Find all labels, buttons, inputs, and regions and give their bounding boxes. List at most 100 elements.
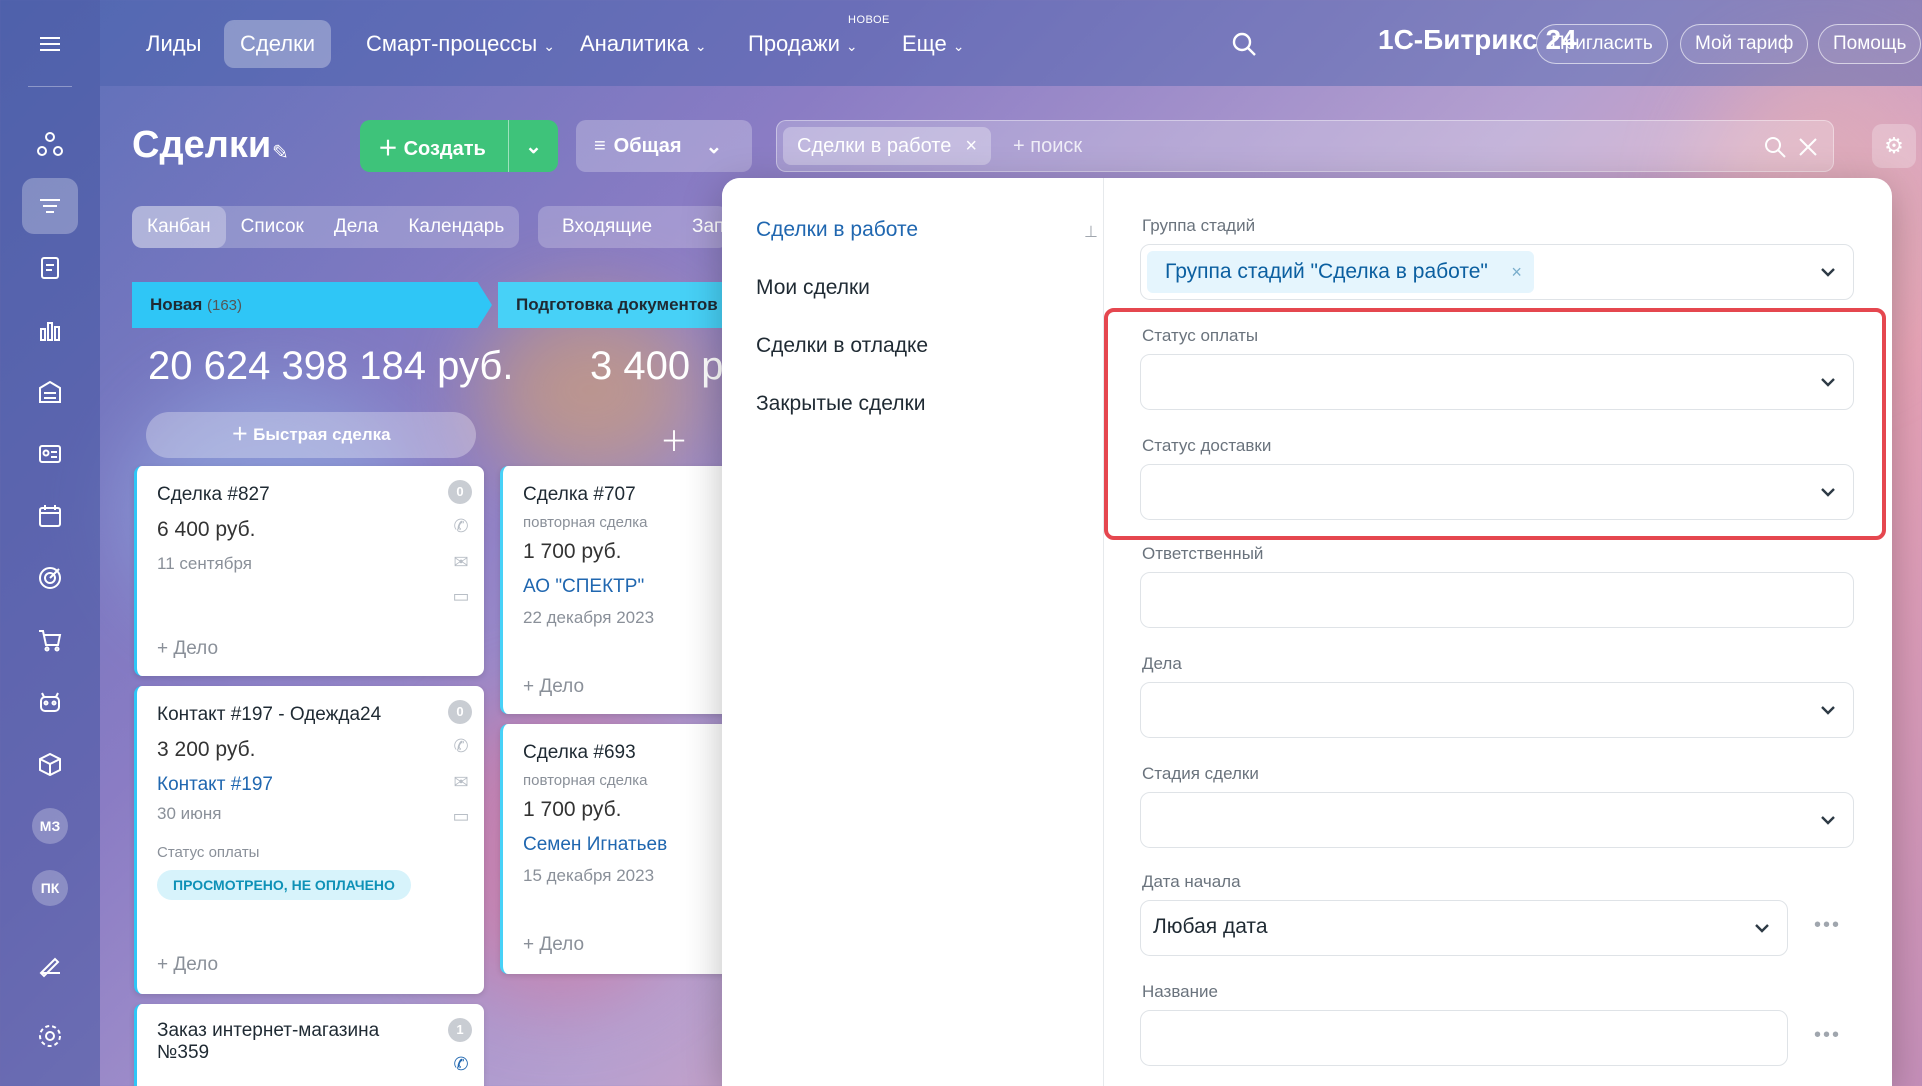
deal-stage-select[interactable] (1140, 792, 1854, 848)
nav-sales[interactable]: Продажи ⌄ (732, 20, 874, 68)
chevron-down-icon[interactable]: ⌄ (508, 120, 558, 172)
crm-funnel-icon[interactable] (22, 178, 78, 234)
column-header-documents[interactable]: Подготовка документов (498, 282, 728, 328)
box-icon[interactable] (22, 736, 78, 792)
document-icon[interactable] (22, 240, 78, 296)
payment-status-select[interactable] (1140, 354, 1854, 410)
robot-icon[interactable] (22, 674, 78, 730)
pin-icon[interactable]: ⊥ (1084, 222, 1098, 242)
create-label: ＋ Создать (378, 137, 486, 160)
user-avatar-pk[interactable]: ПК (22, 860, 78, 916)
preset-closed-deals[interactable]: Закрытые сделки (756, 392, 925, 416)
nav-deals[interactable]: Сделки (224, 20, 331, 68)
chevron-down-icon (1817, 809, 1839, 831)
filter-search-bar[interactable]: Сделки в работе × + поиск (776, 120, 1834, 172)
add-activity-link[interactable]: + Дело (157, 954, 218, 976)
warehouse-icon[interactable] (22, 364, 78, 420)
tab-list[interactable]: Список (226, 206, 319, 248)
active-filter-chip[interactable]: Сделки в работе × (783, 127, 992, 165)
tab-cut[interactable]: Зап (692, 216, 724, 238)
target-icon[interactable] (22, 550, 78, 606)
chevron-down-icon (1817, 699, 1839, 721)
add-activity-link[interactable]: + Дело (523, 934, 584, 956)
pin-icon[interactable]: ✎ (272, 140, 289, 165)
add-activity-link[interactable]: + Дело (157, 638, 218, 660)
stage-group-select[interactable]: Группа стадий "Сделка в работе" × (1140, 244, 1854, 300)
deal-card-359[interactable]: Заказ интернет-магазина №359 1 ✆ (134, 1004, 484, 1086)
cart-icon[interactable] (22, 612, 78, 668)
card-price: 1 700 руб. (523, 540, 622, 563)
deal-card-693[interactable]: Сделка #693 повторная сделка 1 700 руб. … (500, 724, 740, 974)
flows-icon[interactable] (22, 116, 78, 172)
chevron-down-icon (1817, 481, 1839, 503)
column-header-new[interactable]: Новая (163) (132, 282, 492, 328)
name-input[interactable] (1140, 1010, 1788, 1066)
tab-activities[interactable]: Дела (319, 206, 393, 248)
analytics-icon[interactable] (22, 302, 78, 358)
search-placeholder[interactable]: + поиск (1013, 135, 1082, 158)
calendar-icon[interactable] (22, 488, 78, 544)
help-button[interactable]: Помощь (1818, 24, 1922, 64)
tab-incoming[interactable]: Входящие (562, 216, 652, 238)
contact-card-icon[interactable] (22, 426, 78, 482)
chat-icon[interactable]: ▭ (450, 806, 472, 828)
card-date: 15 декабря 2023 (523, 866, 655, 885)
card-title[interactable]: Сделка #693 (523, 742, 636, 764)
delivery-status-select[interactable] (1140, 464, 1854, 520)
preset-debug-deals[interactable]: Сделки в отладке (756, 334, 928, 358)
deal-card-827[interactable]: Сделка #827 6 400 руб. 11 сентября + Дел… (134, 466, 484, 676)
deal-card-707[interactable]: Сделка #707 повторная сделка 1 700 руб. … (500, 466, 740, 714)
more-icon[interactable]: ••• (1814, 914, 1841, 937)
company-link[interactable]: АО "СПЕКТР" (523, 576, 644, 598)
responsible-input[interactable] (1140, 572, 1854, 628)
close-icon[interactable]: × (965, 135, 977, 157)
user-avatar-mz[interactable]: МЗ (22, 798, 78, 854)
nav-more[interactable]: Еще ⌄ (886, 20, 981, 68)
preset-deals-in-work[interactable]: Сделки в работе (756, 218, 918, 242)
create-button[interactable]: ＋ Создать ⌄ (360, 120, 558, 172)
tasks-select[interactable] (1140, 682, 1854, 738)
search-icon[interactable] (1763, 135, 1787, 159)
card-title[interactable]: Сделка #707 (523, 484, 636, 506)
filter-popup: Сделки в работе ⊥ Мои сделки Сделки в от… (722, 178, 1892, 1086)
invite-button[interactable]: Пригласить (1536, 24, 1668, 64)
quick-deal-button[interactable]: ＋ Быстрая сделка (146, 412, 476, 458)
gear-icon[interactable]: ⚙ (1872, 124, 1916, 168)
card-title[interactable]: Контакт #197 - Одежда24 (157, 704, 381, 726)
chevron-down-icon (1751, 917, 1773, 939)
stage-group-tag: Группа стадий "Сделка в работе" × (1147, 251, 1534, 293)
close-icon[interactable]: × (1511, 251, 1522, 293)
preset-my-deals[interactable]: Мои сделки (756, 276, 870, 300)
menu-icon[interactable] (22, 16, 78, 72)
contact-link[interactable]: Семен Игнатьев (523, 834, 667, 856)
mail-icon[interactable]: ✉ (450, 552, 472, 574)
chevron-down-icon: ⌄ (694, 38, 707, 54)
clear-icon[interactable] (1797, 136, 1819, 158)
my-tariff-button[interactable]: Мой тариф (1680, 24, 1809, 64)
phone-icon[interactable]: ✆ (450, 1054, 472, 1076)
phone-icon[interactable]: ✆ (450, 736, 472, 758)
mail-icon[interactable]: ✉ (450, 772, 472, 794)
nav-leads[interactable]: Лиды (130, 20, 217, 68)
tab-calendar[interactable]: Календарь (393, 206, 519, 248)
add-deal-icon[interactable]: ＋ (660, 420, 688, 460)
more-icon[interactable]: ••• (1814, 1024, 1841, 1047)
contact-link[interactable]: Контакт #197 (157, 774, 273, 796)
card-title-number[interactable]: №359 (157, 1042, 209, 1064)
card-title[interactable]: Сделка #827 (157, 484, 270, 506)
general-pipeline-button[interactable]: ≡ Общая ⌄ (576, 120, 752, 172)
settings-icon[interactable] (22, 1008, 78, 1064)
add-activity-link[interactable]: + Дело (523, 676, 584, 698)
deal-card-197[interactable]: Контакт #197 - Одежда24 3 200 руб. Конта… (134, 686, 484, 994)
phone-icon[interactable]: ✆ (450, 516, 472, 538)
card-subtitle: повторная сделка (523, 772, 648, 789)
card-title[interactable]: Заказ интернет-магазина (157, 1020, 379, 1042)
nav-smart-processes[interactable]: Смарт-процессы ⌄ (350, 20, 571, 68)
search-icon[interactable] (1230, 30, 1258, 58)
chat-icon[interactable]: ▭ (450, 586, 472, 608)
nav-analytics[interactable]: Аналитика ⌄ (564, 20, 723, 68)
tab-kanban[interactable]: Канбан (132, 206, 226, 248)
start-date-select[interactable]: Любая дата (1140, 900, 1788, 956)
card-date: 22 декабря 2023 (523, 608, 655, 627)
signature-icon[interactable] (22, 936, 78, 992)
